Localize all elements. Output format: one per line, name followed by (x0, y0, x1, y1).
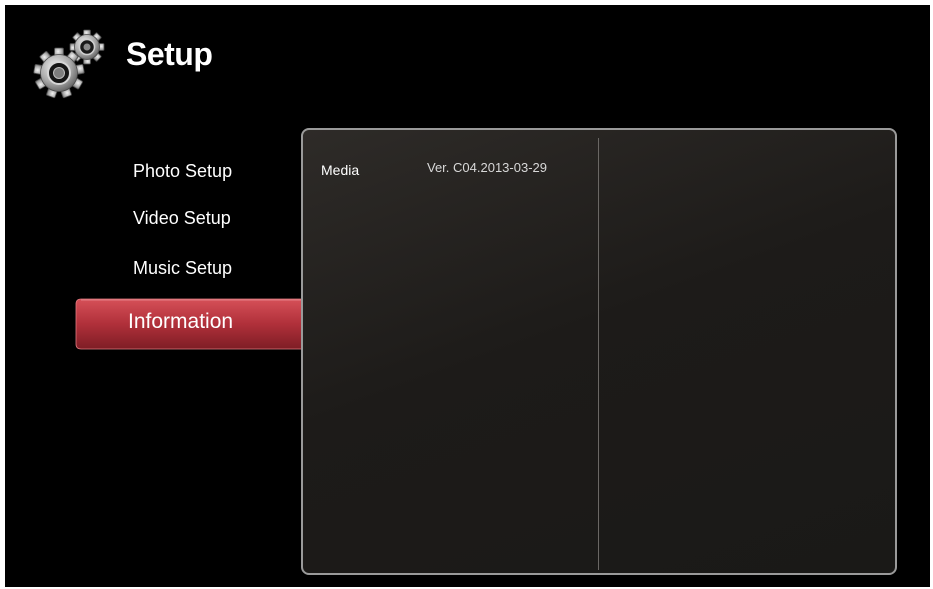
gears-icon (31, 27, 113, 101)
info-value-version: Ver. C04.2013-03-29 (427, 160, 547, 175)
panel-divider (598, 138, 599, 570)
menu-item-music-setup[interactable]: Music Setup (133, 258, 232, 279)
setup-screen: Setup Photo Setup Video Setup Music Setu… (5, 5, 930, 587)
page-title: Setup (126, 36, 213, 72)
info-label-media: Media (321, 162, 360, 178)
menu-item-video-setup[interactable]: Video Setup (133, 208, 231, 229)
menu-item-photo-setup[interactable]: Photo Setup (133, 161, 232, 182)
menu-item-label: Information (128, 310, 234, 333)
menu-item-information[interactable]: Information (75, 298, 321, 350)
information-panel: Media Ver. C04.2013-03-29 (301, 128, 897, 575)
